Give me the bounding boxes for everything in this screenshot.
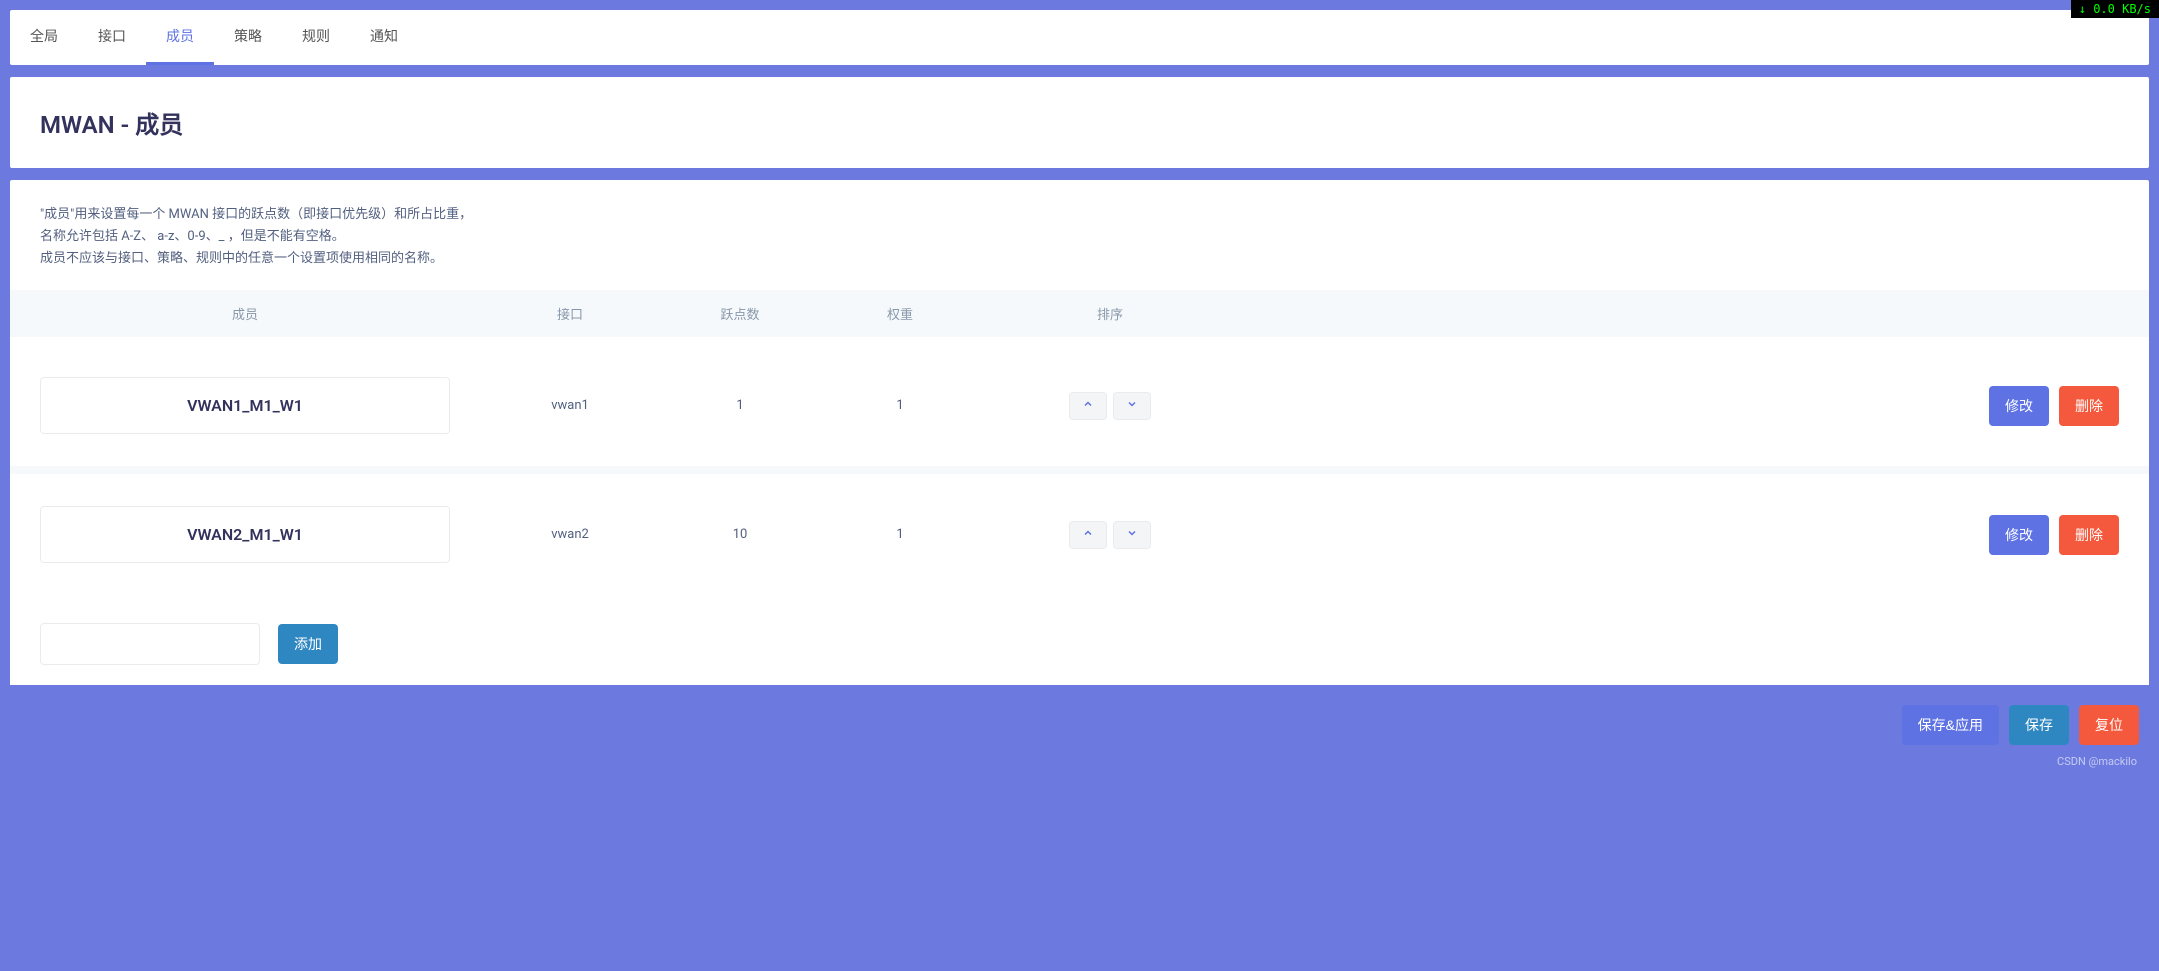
tab-notify[interactable]: 通知	[350, 10, 418, 65]
sort-up-button[interactable]	[1069, 521, 1107, 549]
delete-button[interactable]: 删除	[2059, 515, 2119, 555]
col-header-name: 成员	[10, 304, 480, 323]
edit-button[interactable]: 修改	[1989, 386, 2049, 426]
cell-iface: vwan1	[480, 398, 660, 413]
tab-bar: 全局 接口 成员 策略 规则 通知	[10, 10, 2149, 65]
chevron-down-icon	[1126, 398, 1138, 414]
speed-indicator: ↓ 0.0 KB/s	[2071, 0, 2159, 18]
member-name-box: VWAN1_M1_W1	[40, 377, 450, 434]
col-header-sort: 排序	[980, 304, 1240, 323]
cell-iface: vwan2	[480, 527, 660, 542]
col-header-weight: 权重	[820, 304, 980, 323]
add-button[interactable]: 添加	[278, 624, 338, 664]
table-row: VWAN1_M1_W1 vwan1 1 1 修改	[10, 345, 2149, 466]
sort-down-button[interactable]	[1113, 521, 1151, 549]
add-section: 添加	[10, 603, 2149, 685]
page-title-card: MWAN - 成员	[10, 77, 2149, 168]
description-line: 成员不应该与接口、策略、规则中的任意一个设置项使用相同的名称。	[40, 248, 2119, 270]
save-apply-button[interactable]: 保存&应用	[1902, 705, 1999, 745]
watermark: CSDN @mackilo	[10, 755, 2149, 774]
delete-button[interactable]: 删除	[2059, 386, 2119, 426]
chevron-down-icon	[1126, 527, 1138, 543]
tab-member[interactable]: 成员	[146, 10, 214, 65]
footer-actions: 保存&应用 保存 复位	[10, 685, 2149, 755]
tab-global[interactable]: 全局	[10, 10, 78, 65]
table-header: 成员 接口 跃点数 权重 排序	[10, 290, 2149, 337]
cell-weight: 1	[820, 398, 980, 413]
tab-policy[interactable]: 策略	[214, 10, 282, 65]
description: "成员"用来设置每一个 MWAN 接口的跃点数（即接口优先级）和所占比重， 名称…	[10, 180, 2149, 290]
col-header-hop: 跃点数	[660, 304, 820, 323]
table-body: VWAN1_M1_W1 vwan1 1 1 修改	[10, 345, 2149, 595]
cell-hop: 10	[660, 527, 820, 542]
description-line: 名称允许包括 A-Z、 a-z、0-9、_ ，但是不能有空格。	[40, 226, 2119, 248]
sort-down-button[interactable]	[1113, 392, 1151, 420]
tab-interface[interactable]: 接口	[78, 10, 146, 65]
edit-button[interactable]: 修改	[1989, 515, 2049, 555]
col-header-actions	[1240, 304, 2149, 323]
content-card: "成员"用来设置每一个 MWAN 接口的跃点数（即接口优先级）和所占比重， 名称…	[10, 180, 2149, 685]
page-title: MWAN - 成员	[40, 105, 2119, 140]
add-name-input[interactable]	[40, 623, 260, 665]
table-row: VWAN2_M1_W1 vwan2 10 1 修改	[10, 474, 2149, 595]
save-button[interactable]: 保存	[2009, 705, 2069, 745]
tab-rule[interactable]: 规则	[282, 10, 350, 65]
cell-weight: 1	[820, 527, 980, 542]
cell-hop: 1	[660, 398, 820, 413]
member-name-box: VWAN2_M1_W1	[40, 506, 450, 563]
col-header-iface: 接口	[480, 304, 660, 323]
reset-button[interactable]: 复位	[2079, 705, 2139, 745]
chevron-up-icon	[1082, 398, 1094, 414]
chevron-up-icon	[1082, 527, 1094, 543]
sort-up-button[interactable]	[1069, 392, 1107, 420]
description-line: "成员"用来设置每一个 MWAN 接口的跃点数（即接口优先级）和所占比重，	[40, 204, 2119, 226]
